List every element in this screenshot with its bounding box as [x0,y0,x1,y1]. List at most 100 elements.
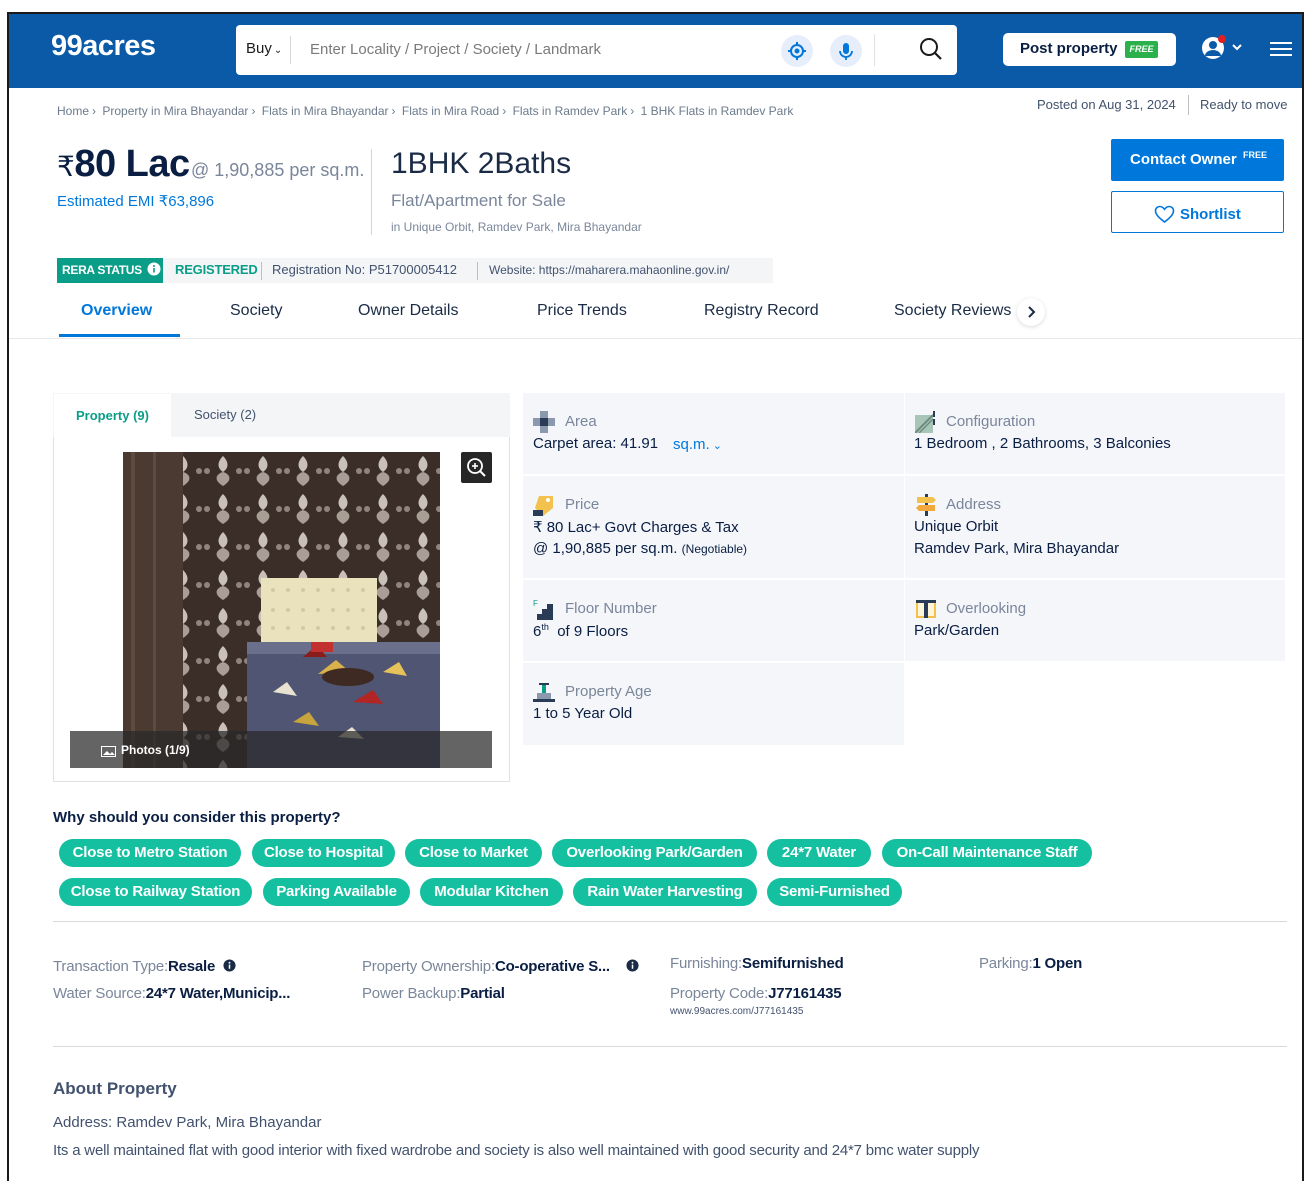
breadcrumb-item[interactable]: Flats in Ramdev Park [513,104,628,118]
property-age-label: Property Age [565,683,652,700]
area-label: Area [565,413,597,430]
area-value: Carpet area: 41.91 [533,435,659,452]
gallery-tab-property[interactable]: Property (9) [76,408,149,423]
detail-area [523,393,904,474]
tab-owner-details[interactable]: Owner Details [358,302,458,320]
breadcrumb-item[interactable]: Property in Mira Bhayandar [102,104,248,118]
power-backup: Power Backup:Partial [362,985,505,1002]
gallery-tab-society[interactable]: Society (2) [194,407,256,422]
address-label: Address [946,496,1002,513]
price-per-unit: @ 1,90,885 per sq.m. [191,160,365,180]
property-photo[interactable] [123,452,440,768]
feature-chip: Rain Water Harvesting [573,878,757,906]
rera-website[interactable]: Website: https://maharera.mahaonline.gov… [489,263,729,277]
feature-chip: Close to Metro Station [59,839,241,867]
breadcrumb-item[interactable]: 1 BHK Flats in Ramdev Park [641,104,794,118]
hamburger-menu-icon[interactable] [1270,41,1292,57]
tab-society[interactable]: Society [230,302,282,320]
price-tag-icon [533,494,555,516]
detail-property-age [523,663,904,745]
configuration-icon [914,411,937,434]
floor-value: 6th of 9 Floors [533,622,629,640]
feature-chip: On-Call Maintenance Staff [882,839,1092,867]
breadcrumb-item[interactable]: Flats in Mira Bhayandar [262,104,389,118]
configuration-label: Configuration [946,413,1036,430]
info-icon[interactable] [147,262,161,276]
post-property-label: Post property [1020,40,1118,57]
feature-chip: Close to Hospital [252,839,395,867]
signpost-icon [915,494,937,516]
detail-configuration [905,393,1285,474]
contact-owner-label: Contact Owner [1130,151,1237,168]
active-tab-indicator [59,334,180,337]
user-icon [1202,35,1242,59]
price: ₹80 Lac [57,143,190,185]
chevron-right-icon[interactable] [1017,298,1045,326]
image-icon [101,744,116,757]
logo[interactable]: 99acres [51,30,156,63]
zoom-in-icon[interactable] [461,452,492,483]
property-ownership: Property Ownership:Co-operative S... [362,958,639,975]
search-input[interactable]: Enter Locality / Project / Society / Lan… [310,41,601,58]
search-mode-dropdown[interactable]: Buy ⌄ [246,40,282,57]
overlooking-value: Park/Garden [914,622,1000,639]
about-address: Address: Ramdev Park, Mira Bhayandar [53,1114,322,1131]
svg-text:F: F [533,599,538,608]
user-menu[interactable] [1200,34,1250,64]
registration-number: Registration No: P51700005412 [272,262,458,277]
breadcrumb: Home › Property in Mira Bhayandar › Flats … [57,104,794,118]
why-consider-heading: Why should you consider this property? [53,809,341,826]
divider [9,338,1302,339]
transaction-type: Transaction Type:Resale [53,958,236,975]
area-unit-dropdown[interactable]: sq.m. ⌄ [673,436,722,453]
floor-label: Floor Number [565,600,657,617]
property-location: in Unique Orbit, Ramdev Park, Mira Bhaya… [391,220,642,234]
detail-overlooking [905,580,1285,661]
tab-society-reviews[interactable]: Society Reviews [894,302,1011,320]
info-icon[interactable] [223,959,236,972]
breadcrumb-item[interactable]: Flats in Mira Road [402,104,499,118]
info-icon[interactable] [626,959,639,972]
free-tag: FREE [1243,150,1268,160]
feature-chip: Overlooking Park/Garden [552,839,757,867]
divider [53,921,1287,922]
feature-chip: 24*7 Water [767,839,871,867]
overlooking-label: Overlooking [946,600,1027,617]
location-target-icon[interactable] [781,35,813,67]
breadcrumb-item[interactable]: Home [57,104,89,118]
shortlist-label: Shortlist [1180,206,1241,223]
area-icon [533,411,555,433]
address-line-1: Unique Orbit [914,518,999,535]
posted-date: Posted on Aug 31, 2024 [1037,97,1176,112]
about-heading: About Property [53,1079,177,1098]
divider [290,36,291,64]
emi-link[interactable]: Estimated EMI ₹63,896 [57,192,214,210]
divider [477,262,478,280]
tab-overview[interactable]: Overview [81,302,152,320]
address-line-2: Ramdev Park, Mira Bhayandar [914,540,1120,557]
tab-registry-record[interactable]: Registry Record [704,302,819,320]
feature-chip: Close to Railway Station [59,878,252,906]
detail-floor [523,580,904,661]
feature-chip: Parking Available [263,878,410,906]
divider [261,262,262,280]
tab-price-trends[interactable]: Price Trends [537,302,627,320]
rera-status: REGISTERED [175,262,258,277]
divider [1188,95,1189,115]
price-value: ₹ 80 Lac+ Govt Charges & Tax [533,519,739,536]
feature-chip: Modular Kitchen [420,878,563,906]
divider [53,1046,1287,1047]
search-icon[interactable] [918,36,944,62]
about-description: Its a well maintained flat with good int… [53,1142,980,1159]
free-tag: FREE [1125,41,1158,58]
photo-count: Photos (1/9) [121,743,190,757]
property-age-icon [533,681,555,703]
price-per-unit-detail: @ 1,90,885 per sq.m. (Negotiable) [533,540,748,557]
microphone-icon[interactable] [830,35,862,67]
chevron-down-icon: ⌄ [273,45,283,56]
divider [371,149,372,235]
rera-badge: RERA STATUS [57,258,163,283]
furnishing: Furnishing:Semifurnished [670,955,844,972]
property-code-url[interactable]: www.99acres.com/J77161435 [670,1006,803,1017]
property-age-value: 1 to 5 Year Old [533,705,633,722]
